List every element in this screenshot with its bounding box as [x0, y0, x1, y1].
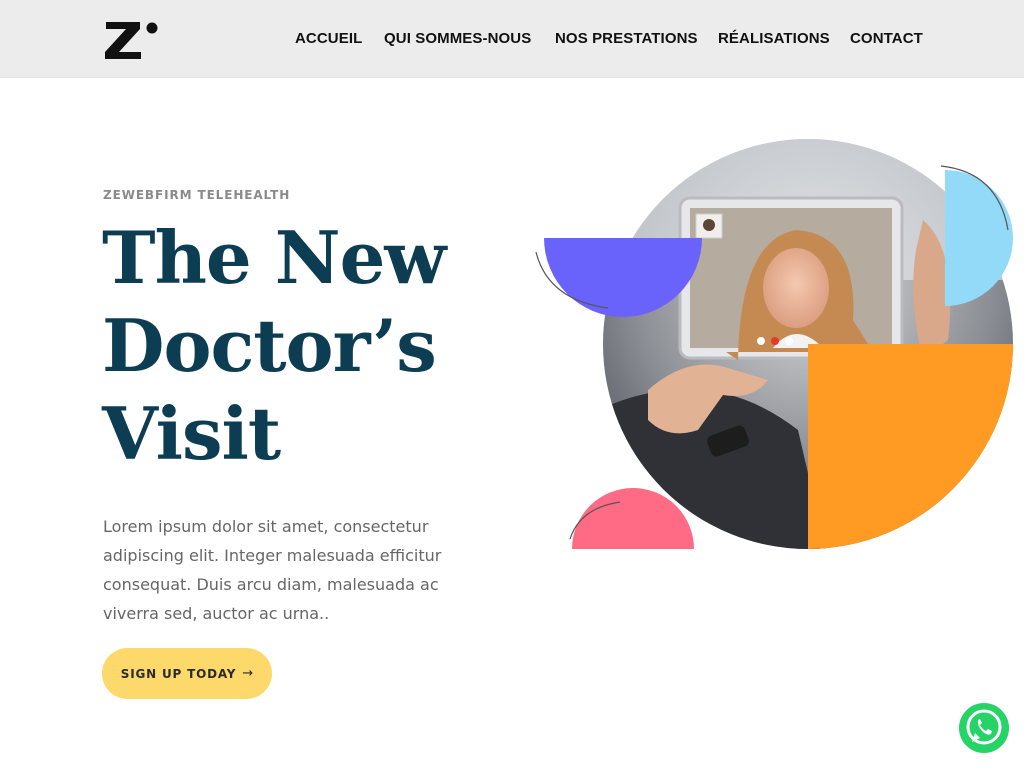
sign-up-button[interactable]: SIGN UP TODAY → — [102, 648, 272, 699]
arrow-right-icon: → — [242, 666, 254, 681]
hero-title-line: The New — [102, 215, 446, 300]
hero-title: The New Doctor’s Visit — [102, 214, 532, 478]
hero-title-line: Doctor’s — [102, 303, 437, 388]
sign-up-button-label: SIGN UP TODAY — [120, 666, 237, 681]
whatsapp-icon — [959, 703, 1009, 753]
hero-eyebrow: ZEWEBFIRM TELEHEALTH — [103, 188, 291, 202]
whatsapp-button[interactable] — [958, 700, 1010, 758]
nav-nos-prestations[interactable]: NOS PRESTATIONS — [555, 30, 698, 47]
nav-realisations[interactable]: RÉALISATIONS — [718, 30, 830, 47]
site-header: ACCUEIL QUI SOMMES-NOUS NOS PRESTATIONS … — [0, 0, 1024, 78]
hero-title-line: Visit — [102, 391, 281, 476]
nav-accueil[interactable]: ACCUEIL — [295, 30, 362, 47]
hero-illustration — [535, 139, 1013, 549]
main-nav: ACCUEIL QUI SOMMES-NOUS NOS PRESTATIONS … — [0, 0, 1024, 78]
hero-description: Lorem ipsum dolor sit amet, consectetur … — [103, 517, 442, 623]
nav-qui-sommes-nous[interactable]: QUI SOMMES-NOUS — [384, 30, 531, 47]
nav-contact[interactable]: CONTACT — [850, 30, 923, 47]
